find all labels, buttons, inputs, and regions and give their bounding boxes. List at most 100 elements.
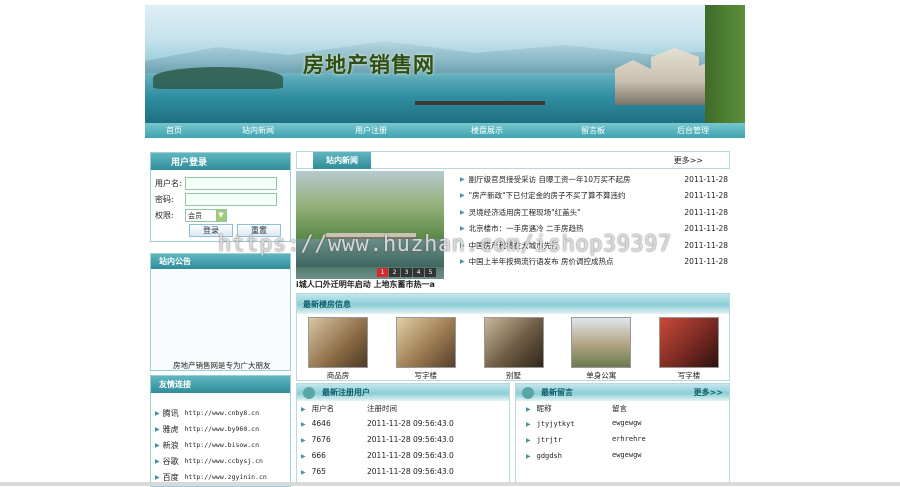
nav-register[interactable]: 用户注册 <box>313 125 429 136</box>
role-select-value: 会员 <box>188 211 202 220</box>
bullet-icon: ▶ <box>155 473 160 481</box>
message-nick[interactable]: gdgdsh <box>537 452 562 460</box>
property-name: 单身公寓 <box>586 371 617 380</box>
user-reg-time: 2011-11-28 09:56:43.0 <box>367 418 454 428</box>
message-nick[interactable]: jtrjtr <box>537 436 562 444</box>
message-nick[interactable]: jtyjytkyt <box>537 420 575 428</box>
news-item-title[interactable]: 灵境经济适用房工程现场"红盖头" <box>469 207 682 218</box>
col-nickname: 昵称 <box>536 403 552 413</box>
news-item-date: 2011-11-28 <box>684 224 728 234</box>
news-photo[interactable]: 1 2 3 4 5 <box>296 171 444 279</box>
property-image <box>308 317 368 368</box>
news-photo-caption[interactable]: i城人口外迁明年启动 上地东蓄市热一a <box>296 279 444 290</box>
news-list: ▶ 副厅级官员接受采访 自曝工资一年10万买不起房 2011-11-28 ▶ "房产新… <box>460 171 730 270</box>
bullet-icon: ▶ <box>526 405 531 413</box>
notice-box: 站内公告 房地产销售网是专为广大朋友 <box>150 253 291 371</box>
news-item-title[interactable]: 中国上半年按揭流行语发布 房价调控成热点 <box>469 256 682 267</box>
news-section: 站内新闻 更多>> 1 2 3 4 5 i城人口外迁明年启动 上地东蓄市热一a … <box>296 151 730 291</box>
nav-admin[interactable]: 后台管理 <box>641 125 745 136</box>
users-table: ▶ 用户名 注册时间 ▶ 4646 2011-11-28 09:56:43.0 ▶ 7… <box>297 401 509 479</box>
news-item-title[interactable]: 中国房产税将在大城市先行 <box>469 240 682 251</box>
user-name[interactable]: 666 <box>312 451 326 460</box>
table-row: ▶ 765 2011-11-28 09:56:43.0 <box>297 463 509 479</box>
photo-bridge <box>326 233 416 239</box>
role-select[interactable]: 会员 ▼ <box>185 209 227 222</box>
bullet-icon: ▶ <box>526 420 531 428</box>
list-item[interactable]: ▶ 腾讯 http://www.cnby8.cn <box>155 405 290 421</box>
bullet-icon: ▶ <box>155 425 160 433</box>
banner-dock <box>415 101 545 105</box>
user-name[interactable]: 4646 <box>312 419 331 428</box>
news-header: 站内新闻 更多>> <box>296 151 730 169</box>
property-card[interactable]: 别墅 <box>483 317 544 381</box>
news-item-title[interactable]: 副厅级官员接受采访 自曝工资一年10万买不起房 <box>469 174 682 185</box>
list-item: ▶ 北京楼市：一手房遇冷 二手房趋热 2011-11-28 <box>460 221 730 238</box>
property-card[interactable]: 单身公寓 <box>571 317 632 381</box>
property-card[interactable]: 写字楼 <box>395 317 456 381</box>
pager-5[interactable]: 5 <box>425 268 436 277</box>
property-name: 写字楼 <box>414 371 438 380</box>
link-url: http://www.cnby8.cn <box>184 409 259 417</box>
list-item[interactable]: ▶ 谷歌 http://www.ccbysj.cn <box>155 453 290 469</box>
user-name[interactable]: 765 <box>312 467 326 476</box>
username-input[interactable] <box>185 177 277 190</box>
nav-guestbook[interactable]: 留言板 <box>545 125 641 136</box>
user-icon <box>303 386 315 399</box>
news-item-title[interactable]: 北京楼市：一手房遇冷 二手房趋热 <box>469 223 682 234</box>
table-row: ▶ 7676 2011-11-28 09:56:43.0 <box>297 431 509 447</box>
property-image <box>395 317 456 368</box>
list-item[interactable]: ▶ 新浪 http://www.bisow.cn <box>155 437 290 453</box>
users-title: 最新注册用户 <box>322 388 370 397</box>
pager-4[interactable]: 4 <box>413 268 424 277</box>
bullet-icon: ▶ <box>155 457 160 465</box>
pager-2[interactable]: 2 <box>389 268 400 277</box>
list-item: ▶ 灵境经济适用房工程现场"红盖头" 2011-11-28 <box>460 204 730 221</box>
news-item-date: 2011-11-28 <box>684 207 728 217</box>
latest-properties: 最新楼房信息 商品房 写字楼 别墅 单身公寓 写字楼 <box>296 293 730 381</box>
user-name[interactable]: 7676 <box>312 435 331 444</box>
properties-title: 最新楼房信息 <box>297 294 729 314</box>
list-item: ▶ 中国上半年按揭流行语发布 房价调控成热点 2011-11-28 <box>460 254 730 271</box>
nav-site-news[interactable]: 站内新闻 <box>203 125 313 136</box>
list-item[interactable]: ▶ 雅虎 http://www.by960.cn <box>155 421 290 437</box>
messages-more-link[interactable]: 更多>> <box>694 387 723 398</box>
news-item-title[interactable]: "房产新政"下已付定金的房子不买了算不算违约 <box>469 190 682 201</box>
bullet-icon: ▶ <box>526 452 531 460</box>
link-url: http://www.ccbysj.cn <box>184 457 263 465</box>
password-input[interactable] <box>185 193 277 206</box>
table-row: ▶ 4646 2011-11-28 09:56:43.0 <box>297 415 509 431</box>
bullet-icon: ▶ <box>301 405 306 413</box>
list-item: ▶ 副厅级官员接受采访 自曝工资一年10万买不起房 2011-11-28 <box>460 171 730 188</box>
users-header: 最新注册用户 <box>297 384 509 401</box>
friend-links-title: 友情连接 <box>151 376 290 393</box>
table-row: ▶ 666 2011-11-28 09:56:43.0 <box>297 447 509 463</box>
property-name: 别墅 <box>506 371 521 380</box>
bullet-icon: ▶ <box>155 441 160 449</box>
password-label: 密码: <box>155 195 174 204</box>
banner-island <box>153 67 283 89</box>
user-reg-time: 2011-11-28 09:56:43.0 <box>367 434 454 444</box>
notice-title: 站内公告 <box>151 254 290 269</box>
property-card[interactable]: 写字楼 <box>659 317 719 381</box>
nav-home[interactable]: 首页 <box>145 125 203 136</box>
photo-water <box>296 239 444 267</box>
reset-button[interactable]: 重置 <box>237 224 281 237</box>
list-item: ▶ 中国房产税将在大城市先行 2011-11-28 <box>460 237 730 254</box>
pager-1[interactable]: 1 <box>377 268 388 277</box>
property-image <box>659 317 719 368</box>
property-name: 商品房 <box>326 371 350 380</box>
message-text: ewgewgw <box>612 451 642 459</box>
main-nav: 首页 站内新闻 用户注册 楼盘展示 留言板 后台管理 <box>145 123 745 138</box>
bullet-icon: ▶ <box>460 241 465 249</box>
news-more-link[interactable]: 更多>> <box>674 155 703 166</box>
login-button[interactable]: 登录 <box>189 224 233 237</box>
messages-table: ▶ 昵称 留言 ▶ jtyjytkyt ewgewgw ▶ jtrjtr erhreh… <box>516 401 729 463</box>
table-row: ▶ gdgdsh ewgewgw <box>516 447 729 463</box>
list-item: ▶ "房产新政"下已付定金的房子不买了算不算违约 2011-11-28 <box>460 188 730 205</box>
property-name: 写字楼 <box>677 371 701 380</box>
nav-properties[interactable]: 楼盘展示 <box>429 125 545 136</box>
message-text: erhrehre <box>612 435 646 443</box>
bullet-icon: ▶ <box>460 208 465 216</box>
pager-3[interactable]: 3 <box>401 268 412 277</box>
property-card[interactable]: 商品房 <box>308 317 368 381</box>
